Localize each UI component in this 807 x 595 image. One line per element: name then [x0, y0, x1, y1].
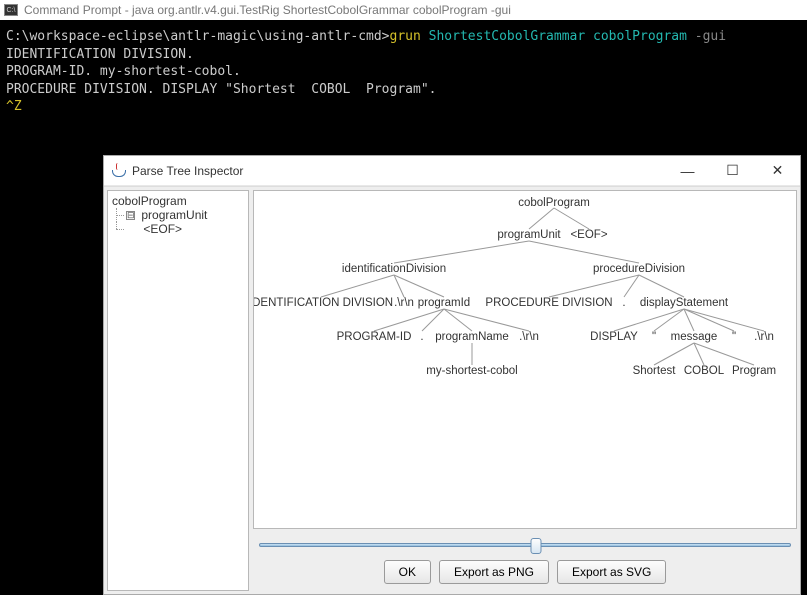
- tree-node: DISPLAY: [590, 331, 638, 343]
- tree-edges: [254, 191, 796, 528]
- minimize-button[interactable]: —: [665, 156, 710, 185]
- tree-node: PROCEDURE DIVISION: [485, 297, 612, 309]
- tree-child[interactable]: ⊟ programUnit: [110, 208, 246, 222]
- terminal-command: grun: [390, 29, 421, 44]
- cmd-icon: C:\: [4, 4, 18, 16]
- export-png-button[interactable]: Export as PNG: [439, 560, 549, 584]
- terminal-ctrlz: ^Z: [6, 98, 801, 116]
- tree-node: IDENTIFICATION DIVISION: [253, 297, 393, 309]
- tree-root-label: cobolProgram: [112, 194, 187, 208]
- parse-tree-canvas[interactable]: cobolProgram programUnit <EOF> identific…: [253, 190, 797, 529]
- java-icon: [110, 163, 126, 179]
- inspector-body: cobolProgram ⊟ programUnit <EOF>: [104, 186, 800, 594]
- terminal-line: IDENTIFICATION DIVISION.: [6, 46, 801, 64]
- canvas-panel: cobolProgram programUnit <EOF> identific…: [253, 190, 797, 591]
- tree-node: procedureDivision: [593, 263, 685, 275]
- zoom-slider-thumb[interactable]: [530, 538, 541, 554]
- cmd-titlebar: C:\ Command Prompt - java org.antlr.v4.g…: [0, 0, 807, 20]
- terminal[interactable]: C:\workspace-eclipse\antlr-magic\using-a…: [0, 20, 807, 124]
- terminal-prompt: C:\workspace-eclipse\antlr-magic\using-a…: [6, 29, 390, 44]
- inspector-titlebar[interactable]: Parse Tree Inspector — ☐ ✕: [104, 156, 800, 186]
- button-row: OK Export as PNG Export as SVG: [253, 557, 797, 591]
- tree-node: <EOF>: [570, 229, 607, 241]
- tree-node: .\r\n: [519, 331, 539, 343]
- tree-node: programName: [435, 331, 509, 343]
- tree-node: PROGRAM-ID: [337, 331, 412, 343]
- inspector-window: Parse Tree Inspector — ☐ ✕ cobolProgram …: [103, 155, 801, 595]
- close-button[interactable]: ✕: [755, 156, 800, 185]
- tree-node: COBOL: [684, 365, 724, 377]
- window-controls: — ☐ ✕: [665, 156, 800, 185]
- terminal-line: PROGRAM-ID. my-shortest-cobol.: [6, 63, 801, 81]
- tree-node: ": [652, 331, 656, 343]
- terminal-arg1: ShortestCobolGrammar: [429, 29, 586, 44]
- tree-child[interactable]: <EOF>: [110, 222, 246, 236]
- cmd-title: Command Prompt - java org.antlr.v4.gui.T…: [24, 3, 511, 17]
- tree-toggle-icon[interactable]: ⊟: [126, 211, 135, 220]
- tree-node: programUnit: [497, 229, 560, 241]
- export-svg-button[interactable]: Export as SVG: [557, 560, 666, 584]
- terminal-line: PROCEDURE DIVISION. DISPLAY "Shortest CO…: [6, 81, 801, 99]
- zoom-slider-row: [253, 529, 797, 557]
- tree-node: message: [671, 331, 718, 343]
- tree-node: my-shortest-cobol: [426, 365, 517, 377]
- tree-node: Shortest: [633, 365, 676, 377]
- tree-node: .\r\n: [394, 297, 414, 309]
- tree-node: programId: [418, 297, 470, 309]
- tree-node: .\r\n: [754, 331, 774, 343]
- tree-node: cobolProgram: [518, 197, 590, 209]
- tree-child-label: programUnit: [141, 208, 207, 222]
- tree-node: ": [732, 331, 736, 343]
- tree-root[interactable]: cobolProgram: [110, 194, 246, 208]
- tree-panel[interactable]: cobolProgram ⊟ programUnit <EOF>: [107, 190, 249, 591]
- tree-node: Program: [732, 365, 776, 377]
- tree-node: identificationDivision: [342, 263, 446, 275]
- maximize-button[interactable]: ☐: [710, 156, 755, 185]
- ok-button[interactable]: OK: [384, 560, 431, 584]
- inspector-title: Parse Tree Inspector: [132, 164, 243, 178]
- terminal-flag: -gui: [695, 29, 726, 44]
- zoom-slider[interactable]: [259, 543, 791, 547]
- terminal-arg2: cobolProgram: [593, 29, 687, 44]
- tree-node: .: [420, 331, 423, 343]
- tree-node: displayStatement: [640, 297, 728, 309]
- tree-child-label: <EOF>: [143, 222, 182, 236]
- tree-node: .: [622, 297, 625, 309]
